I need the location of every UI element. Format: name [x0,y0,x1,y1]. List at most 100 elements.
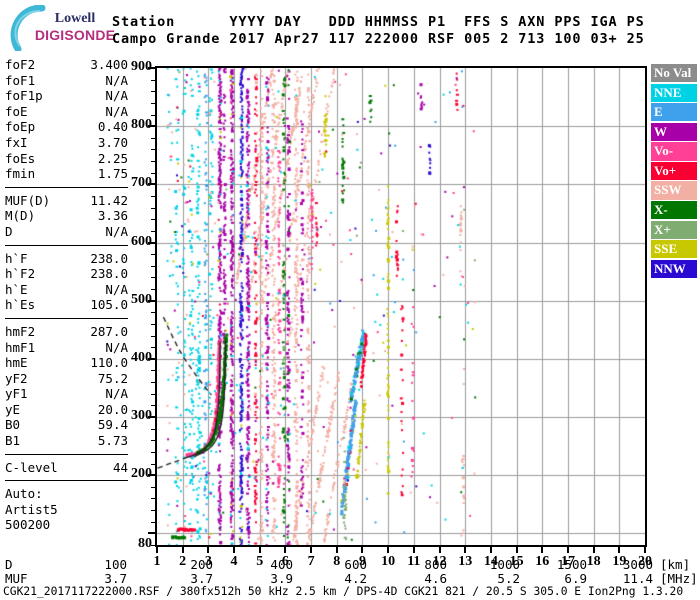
y-minor-tick [151,230,155,232]
y-minor-tick [151,498,155,500]
param-row: M(D) 3.36 [5,208,128,224]
y-major-tick [148,299,155,302]
muf-table-cell: 4.2 [344,571,367,586]
param-label: foF2 [5,57,36,72]
y-minor-tick [151,312,155,314]
x-major-tick [361,547,364,553]
param-label: h`Es [5,297,36,313]
param-label: MUF(D) [5,192,51,208]
x-major-tick [335,547,338,553]
header-line2: Campo Grande 2017 Apr27 117 222000 RSF 0… [112,31,645,47]
y-minor-tick [151,102,155,104]
legend-item-noval: No Val [651,64,697,83]
muf-table-cell: 800 [424,557,447,572]
y-minor-tick [151,219,155,221]
y-minor-tick [151,521,155,523]
y-major-tick [148,532,155,535]
muf-table-cell: 600 [344,557,367,572]
x-major-tick [258,547,261,553]
param-value: 3.70 [97,134,128,150]
autoscaling-info-line: 500200 [5,517,51,533]
divider [5,317,128,319]
x-major-tick [156,547,158,553]
param-row: yF1 N/A [5,386,128,402]
divider [5,453,128,455]
x-major-tick [233,547,236,553]
x-major-tick [618,547,621,553]
param-label: foF1 [5,72,36,88]
muf-table-row: MUF 3.7 3.7 3.9 4.2 4.6 5.2 6.9 11.4 [MHz] [0,571,700,586]
param-row: D N/A [5,224,128,240]
muf-table-cell: 3.9 [270,571,293,586]
param-label: foEs [5,150,36,166]
legend-item-e: E [651,103,697,122]
muf-table-cell: 3.7 [104,571,127,586]
param-label: yF2 [5,370,28,386]
y-minor-tick [151,440,155,442]
x-major-tick [438,547,441,553]
param-row: foF1 N/A [5,73,128,89]
param-label: foF1p [5,88,43,104]
y-minor-tick [151,451,155,453]
param-value: 238.0 [90,266,128,282]
y-minor-tick [151,195,155,197]
param-label: yF1 [5,386,28,402]
param-value: 287.0 [90,323,128,339]
muf-table-cell: 5.2 [497,571,520,586]
y-minor-tick [151,265,155,267]
x-major-tick [310,547,313,553]
param-label: h`E [5,281,28,297]
y-axis-tick-label: 80 [138,536,152,551]
param-row: foEs 2.25 [5,151,128,167]
y-major-tick [148,416,155,419]
param-value: N/A [105,88,128,104]
param-row: foF2 3.400 [5,57,128,73]
param-label: yE [5,401,21,417]
param-label: hmF2 [5,323,36,339]
legend-item-w: W [651,122,697,141]
y-minor-tick [151,172,155,174]
legend-item-nnw: NNW [651,259,697,278]
param-row: foE N/A [5,104,128,120]
x-major-tick [515,547,518,553]
legend-item-vo+: Vo+ [651,161,697,181]
param-label: M(D) [5,208,36,224]
param-value: 238.0 [90,250,128,266]
param-row: fxI 3.70 [5,135,128,151]
param-label: hmF1 [5,339,36,355]
x-major-tick [592,547,595,553]
muf-table-cell: 1000 [489,557,520,572]
y-minor-tick [151,510,155,512]
y-minor-tick [151,91,155,93]
y-minor-tick [151,428,155,430]
param-row: foF1p N/A [5,88,128,104]
divider [5,480,128,482]
ionogram-canvas [157,68,645,545]
autoscaling-info-line: Artist5 [5,501,58,517]
param-row: fmin 1.75 [5,166,128,182]
y-minor-tick [151,545,155,546]
muf-row-unit: [MHz] [660,571,698,586]
param-row: B1 5.73 [5,433,128,449]
y-minor-tick [151,114,155,116]
x-major-tick [489,547,492,553]
x-major-tick [566,547,569,553]
muf-table-cell: 11.4 [622,571,653,586]
y-minor-tick [151,161,155,163]
muf-table-row: D 100 200 400 600 800 1000 1500 3000 [km] [0,557,700,572]
param-row: hmE 110.0 [5,355,128,371]
param-label: foE [5,103,28,119]
x-major-tick [541,547,544,553]
x-major-tick [284,547,287,553]
x-major-tick [464,547,467,553]
param-label: D [5,223,13,239]
muf-table-cell: 3000 [622,557,653,572]
param-label: B0 [5,417,21,433]
param-row: h`F2 238.0 [5,266,128,282]
y-minor-tick [151,137,155,139]
divider [5,186,128,188]
param-label: fxI [5,134,28,150]
autoscaling-info-line: Auto: [5,486,43,502]
doppler-direction-legend: No Val NNE E W Vo- Vo+ SSW X- X+ SSE NNW [651,64,697,279]
legend-item-x-: X- [651,201,697,220]
